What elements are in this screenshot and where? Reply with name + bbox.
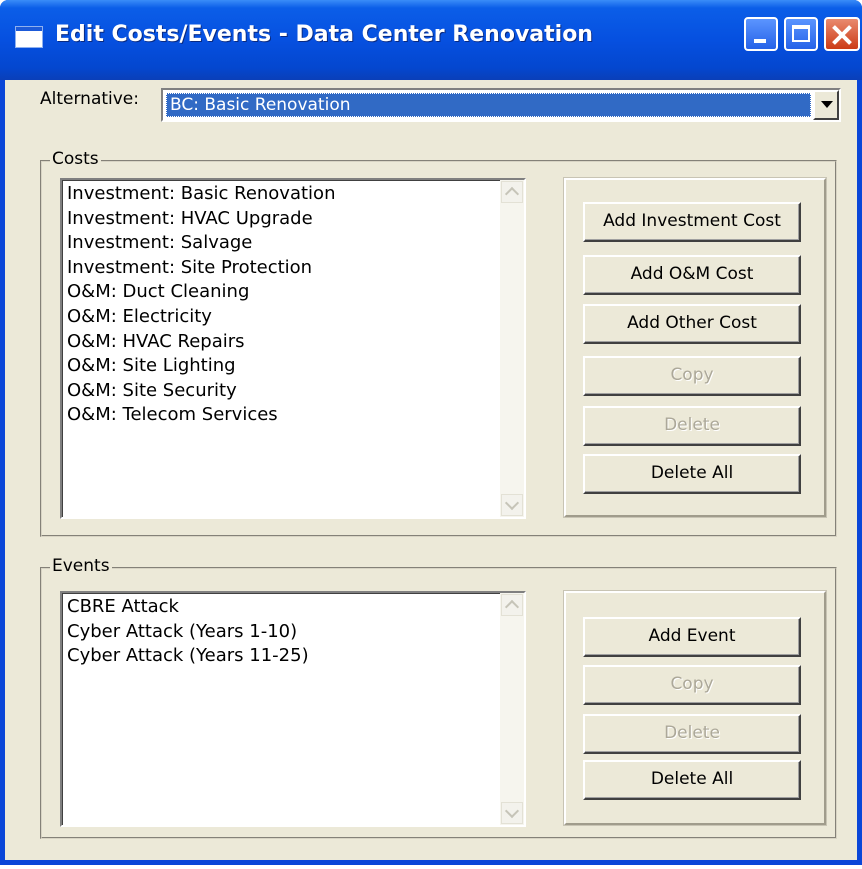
delete-all-events-button[interactable]: Delete All (583, 760, 801, 800)
chevron-down-icon (504, 803, 520, 819)
event-list-item[interactable]: Cyber Attack (Years 1-10) (67, 620, 309, 645)
alternative-dropdown[interactable]: BC: Basic Renovation (161, 88, 841, 122)
costs-list[interactable]: Investment: Basic Renovation Investment:… (60, 178, 526, 519)
cost-list-item[interactable]: O&M: Site Lighting (67, 354, 335, 379)
scroll-down-button[interactable] (501, 802, 523, 824)
copy-cost-button[interactable]: Copy (583, 356, 801, 396)
dialog-body: Alternative: BC: Basic Renovation Costs … (5, 80, 857, 860)
chevron-down-icon (504, 495, 520, 511)
cost-list-item[interactable]: O&M: Telecom Services (67, 403, 335, 428)
chevron-up-icon (504, 186, 520, 202)
title-bar[interactable]: Edit Costs/Events - Data Center Renovati… (0, 0, 862, 80)
edit-costs-events-window: Edit Costs/Events - Data Center Renovati… (0, 0, 862, 865)
event-list-item[interactable]: Cyber Attack (Years 11-25) (67, 644, 309, 669)
cost-list-item[interactable]: O&M: Electricity (67, 305, 335, 330)
add-other-cost-button[interactable]: Add Other Cost (583, 304, 801, 344)
add-investment-cost-button[interactable]: Add Investment Cost (583, 202, 801, 242)
scroll-down-button[interactable] (501, 494, 523, 516)
add-om-cost-button[interactable]: Add O&M Cost (583, 255, 801, 295)
cost-list-item[interactable]: Investment: Site Protection (67, 256, 335, 281)
chevron-up-icon (504, 599, 520, 615)
maximize-icon[interactable] (784, 17, 818, 51)
cost-list-item[interactable]: Investment: Basic Renovation (67, 182, 335, 207)
events-button-panel: Add Event Copy Delete Delete All (564, 591, 826, 825)
chevron-down-icon (821, 101, 833, 108)
alternative-selected-value: BC: Basic Renovation (166, 93, 811, 117)
events-group-label: Events (50, 556, 112, 576)
scroll-up-button[interactable] (501, 181, 523, 203)
cost-list-item[interactable]: Investment: Salvage (67, 231, 335, 256)
events-group: Events CBRE Attack Cyber Attack (Years 1… (40, 556, 837, 839)
close-icon[interactable] (824, 17, 860, 51)
delete-event-button[interactable]: Delete (583, 714, 801, 754)
delete-cost-button[interactable]: Delete (583, 406, 801, 446)
alternative-label: Alternative: (40, 89, 139, 109)
cost-list-item[interactable]: Investment: HVAC Upgrade (67, 207, 335, 232)
window-icon (15, 26, 43, 48)
costs-button-panel: Add Investment Cost Add O&M Cost Add Oth… (564, 178, 826, 517)
add-event-button[interactable]: Add Event (583, 617, 801, 657)
events-scrollbar[interactable] (500, 593, 524, 825)
copy-event-button[interactable]: Copy (583, 665, 801, 705)
minimize-icon[interactable] (744, 17, 778, 51)
costs-group-label: Costs (50, 149, 101, 169)
events-list[interactable]: CBRE Attack Cyber Attack (Years 1-10) Cy… (60, 591, 526, 827)
costs-scrollbar[interactable] (500, 180, 524, 517)
window-title: Edit Costs/Events - Data Center Renovati… (55, 22, 593, 47)
dropdown-arrow-button[interactable] (813, 90, 839, 120)
costs-group: Costs Investment: Basic Renovation Inves… (40, 149, 837, 537)
cost-list-item[interactable]: O&M: HVAC Repairs (67, 330, 335, 355)
scroll-up-button[interactable] (501, 594, 523, 616)
cost-list-item[interactable]: O&M: Site Security (67, 379, 335, 404)
delete-all-costs-button[interactable]: Delete All (583, 454, 801, 494)
cost-list-item[interactable]: O&M: Duct Cleaning (67, 280, 335, 305)
event-list-item[interactable]: CBRE Attack (67, 595, 309, 620)
